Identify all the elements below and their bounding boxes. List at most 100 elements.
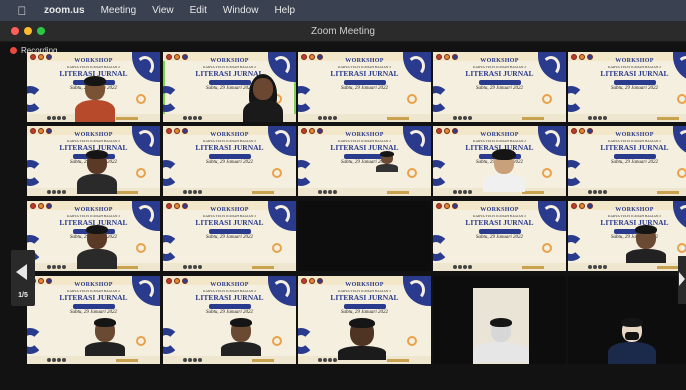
social-dot-icon xyxy=(333,358,337,362)
slide-date: Sabtu, 29 Januari 2022 xyxy=(206,235,253,240)
social-dot-icon xyxy=(468,190,472,194)
slide-date: Sabtu, 29 Januari 2022 xyxy=(206,160,253,165)
slide-social-icons xyxy=(183,358,202,362)
social-dot-icon xyxy=(458,116,462,120)
social-dot-icon xyxy=(333,190,337,194)
participant-tile[interactable]: WORKSHOP KARYA TULIS ILMIAH BAGIAN 2 LITER… xyxy=(433,126,566,196)
social-dot-icon xyxy=(198,265,202,269)
slide-sponsor xyxy=(252,191,274,194)
participant-tile[interactable]: WORKSHOP KARYA TULIS ILMIAH BAGIAN 2 LITER… xyxy=(568,201,686,271)
social-dot-icon xyxy=(318,190,322,194)
participant-video xyxy=(85,288,125,364)
slide-sponsor xyxy=(116,266,138,269)
slide-left-arc xyxy=(163,328,179,354)
social-dot-icon xyxy=(323,190,327,194)
slide-main-title: LITERASI JURNAL xyxy=(600,143,669,152)
participant-video xyxy=(338,288,386,364)
participant-hair xyxy=(492,149,516,160)
slide-orange-ring xyxy=(407,168,417,178)
chevron-left-icon xyxy=(16,264,27,280)
participant-tile[interactable]: WORKSHOP KARYA TULIS ILMIAH BAGIAN 2 LITER… xyxy=(163,126,296,196)
slide-pill xyxy=(478,229,521,234)
participant-tile[interactable]: WORKSHOP KARYA TULIS ILMIAH BAGIAN 2 LITER… xyxy=(163,201,296,271)
slide-main-title: LITERASI JURNAL xyxy=(195,218,264,227)
slide-orange-ring xyxy=(677,168,686,178)
participant-tile[interactable]: WORKSHOP KARYA TULIS ILMIAH BAGIAN 2 LITER… xyxy=(433,201,566,271)
participant-hair xyxy=(86,150,108,159)
participant-hair xyxy=(621,318,643,327)
previous-page-button[interactable]: 1/5 xyxy=(11,250,35,306)
slide-social-icons xyxy=(453,265,472,269)
social-dot-icon xyxy=(198,358,202,362)
social-dot-icon xyxy=(598,265,602,269)
participant-clothing xyxy=(75,100,115,122)
social-dot-icon xyxy=(52,265,56,269)
participant-tile[interactable]: WORKSHOP KARYA TULIS ILMIAH BAGIAN 2 LITER… xyxy=(27,276,160,364)
participant-clothing xyxy=(473,342,529,362)
participant-video xyxy=(626,213,666,271)
slide-date: Sabtu, 29 Januari 2022 xyxy=(476,86,523,91)
participant-clothing xyxy=(626,249,666,263)
apple-logo-icon[interactable]:  xyxy=(16,4,28,18)
social-dot-icon xyxy=(52,116,56,120)
participant-tile[interactable]: WORKSHOP KARYA TULIS ILMIAH BAGIAN 2 LITER… xyxy=(568,52,686,122)
next-page-button[interactable] xyxy=(678,256,686,304)
participant-clothing xyxy=(608,342,656,364)
participant-tile[interactable]: WORKSHOP KARYA TULIS ILMIAH BAGIAN 2 LITER… xyxy=(298,52,431,122)
social-dot-icon xyxy=(193,265,197,269)
participant-hair xyxy=(84,76,106,86)
participant-tile[interactable] xyxy=(433,276,566,364)
slide-social-icons xyxy=(183,190,202,194)
social-dot-icon xyxy=(323,358,327,362)
menu-app-name[interactable]: zoom.us xyxy=(44,5,85,16)
participant-tile[interactable]: WORKSHOP KARYA TULIS ILMIAH BAGIAN 2 LITER… xyxy=(27,126,160,196)
participant-tile[interactable]: WORKSHOP KARYA TULIS ILMIAH BAGIAN 2 LITER… xyxy=(163,276,296,364)
social-dot-icon xyxy=(593,190,597,194)
participant-tile[interactable]: WORKSHOP KARYA TULIS ILMIAH BAGIAN 2 LITER… xyxy=(568,126,686,196)
slide-pill xyxy=(613,80,656,85)
slide-main-title: LITERASI JURNAL xyxy=(465,69,534,78)
slide-left-arc xyxy=(298,328,314,354)
social-dot-icon xyxy=(198,116,202,120)
menu-edit[interactable]: Edit xyxy=(190,5,207,16)
social-dot-icon xyxy=(183,116,187,120)
social-dot-icon xyxy=(588,190,592,194)
slide-left-arc xyxy=(27,328,43,354)
window-titlebar: Zoom Meeting xyxy=(0,21,686,42)
social-dot-icon xyxy=(598,116,602,120)
social-dot-icon xyxy=(468,265,472,269)
participant-hair xyxy=(230,318,252,327)
participant-clothing xyxy=(483,174,525,192)
slide-date: Sabtu, 29 Januari 2022 xyxy=(611,86,658,91)
menu-help[interactable]: Help xyxy=(274,5,295,16)
slide-workshop-title: WORKSHOP xyxy=(345,132,384,138)
social-dot-icon xyxy=(593,116,597,120)
participant-tile[interactable] xyxy=(568,276,686,364)
slide-workshop-title: WORKSHOP xyxy=(345,58,384,64)
slide-date: Sabtu, 29 Januari 2022 xyxy=(611,160,658,165)
participant-tile[interactable]: WORKSHOP KARYA TULIS ILMIAH BAGIAN 2 LITER… xyxy=(298,276,431,364)
participant-tile[interactable]: WORKSHOP KARYA TULIS ILMIAH BAGIAN 2 LITER… xyxy=(27,201,160,271)
slide-social-icons xyxy=(318,190,337,194)
slide-sponsor xyxy=(387,117,409,120)
slide-social-icons xyxy=(588,265,607,269)
participant-clothing xyxy=(221,342,261,356)
slide-social-icons xyxy=(183,265,202,269)
social-dot-icon xyxy=(318,116,322,120)
menu-view[interactable]: View xyxy=(152,5,174,16)
social-dot-icon xyxy=(588,116,592,120)
slide-orange-ring xyxy=(136,243,146,253)
slide-orange-ring xyxy=(136,94,146,104)
menu-meeting[interactable]: Meeting xyxy=(101,5,137,16)
participant-tile[interactable]: WORKSHOP KARYA TULIS ILMIAH BAGIAN 2 LITER… xyxy=(27,52,160,122)
social-dot-icon xyxy=(603,116,607,120)
menu-window[interactable]: Window xyxy=(223,5,259,16)
slide-pill xyxy=(478,80,521,85)
slide-workshop-title: WORKSHOP xyxy=(480,58,519,64)
slide-orange-ring xyxy=(542,168,552,178)
social-dot-icon xyxy=(183,358,187,362)
participant-tile[interactable]: WORKSHOP KARYA TULIS ILMIAH BAGIAN 2 LITER… xyxy=(163,52,296,122)
participant-tile[interactable] xyxy=(298,201,431,271)
participant-tile[interactable]: WORKSHOP KARYA TULIS ILMIAH BAGIAN 2 LITER… xyxy=(433,52,566,122)
participant-tile[interactable]: WORKSHOP KARYA TULIS ILMIAH BAGIAN 2 LITER… xyxy=(298,126,431,196)
